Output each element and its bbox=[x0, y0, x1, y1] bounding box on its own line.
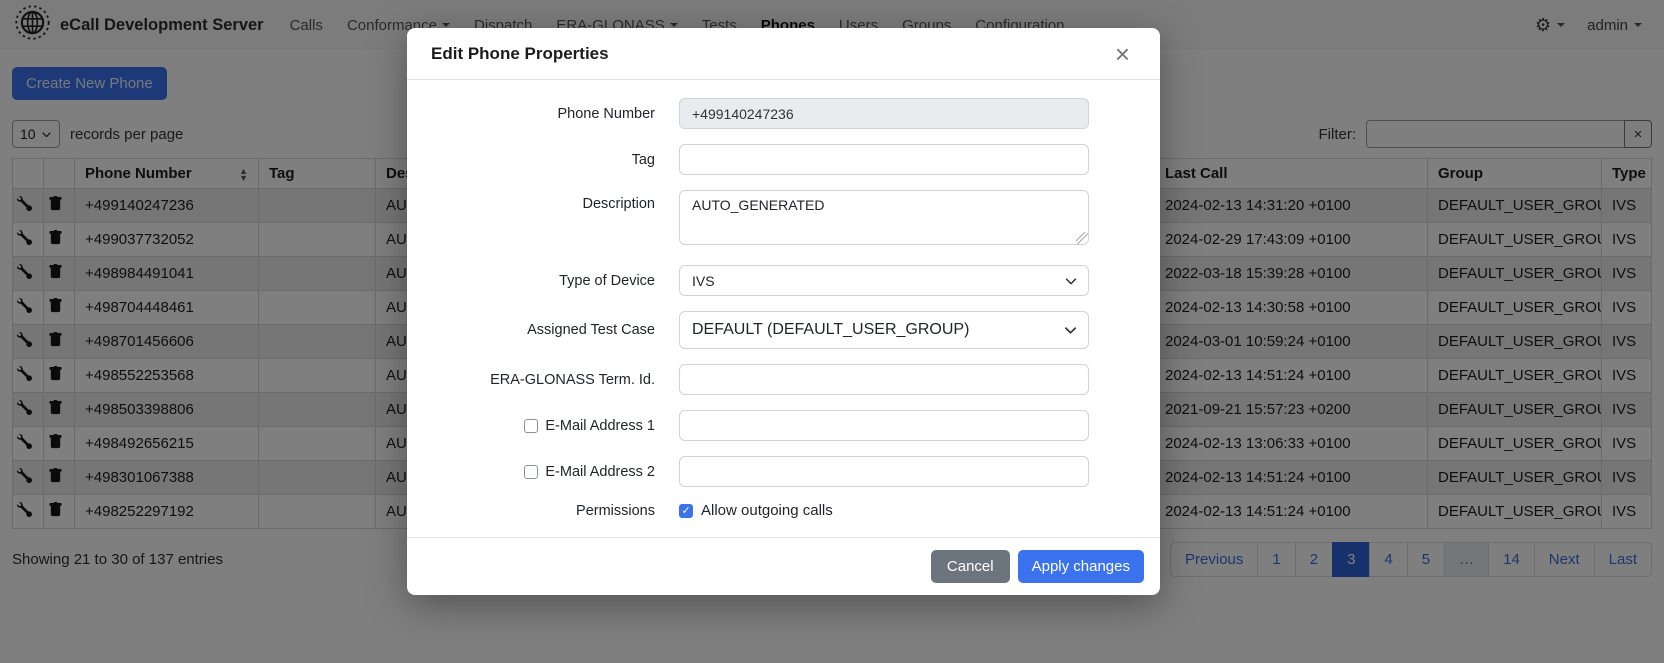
email-1-label: E-Mail Address 1 bbox=[431, 418, 655, 434]
email-1-row: E-Mail Address 1 bbox=[431, 410, 1136, 441]
permissions-label: Permissions bbox=[431, 503, 655, 519]
description-row: Description AUTO_GENERATED bbox=[431, 190, 1136, 250]
cancel-button[interactable]: Cancel bbox=[931, 550, 1010, 583]
assigned-test-case-select[interactable]: DEFAULT (DEFAULT_USER_GROUP) bbox=[679, 311, 1089, 349]
edit-phone-modal: Edit Phone Properties × Phone Number Tag… bbox=[407, 28, 1160, 595]
modal-body: Phone Number Tag Description AUTO_GENERA… bbox=[407, 80, 1160, 529]
email-2-checkbox[interactable] bbox=[524, 465, 538, 479]
email-1-field[interactable] bbox=[679, 410, 1089, 441]
modal-title: Edit Phone Properties bbox=[431, 44, 609, 64]
era-glonass-term-id-label: ERA-GLONASS Term. Id. bbox=[431, 372, 655, 388]
description-label: Description bbox=[431, 190, 655, 212]
email-2-label: E-Mail Address 2 bbox=[431, 464, 655, 480]
assigned-test-case-label: Assigned Test Case bbox=[431, 322, 655, 338]
type-of-device-select[interactable]: IVS bbox=[679, 265, 1089, 296]
phone-number-field bbox=[679, 98, 1089, 129]
description-field[interactable]: AUTO_GENERATED bbox=[679, 190, 1089, 245]
type-of-device-row: Type of Device IVS bbox=[431, 265, 1136, 296]
close-icon: × bbox=[1115, 39, 1130, 69]
modal-footer: Cancel Apply changes bbox=[407, 537, 1160, 595]
allow-outgoing-calls-checkbox[interactable] bbox=[679, 504, 693, 518]
permissions-row: Permissions Allow outgoing calls bbox=[431, 502, 1136, 519]
email-2-row: E-Mail Address 2 bbox=[431, 456, 1136, 487]
allow-outgoing-calls-label: Allow outgoing calls bbox=[701, 502, 833, 519]
tag-field[interactable] bbox=[679, 144, 1089, 175]
email-1-checkbox[interactable] bbox=[524, 419, 538, 433]
tag-row: Tag bbox=[431, 144, 1136, 175]
era-glonass-term-id-field[interactable] bbox=[679, 364, 1089, 395]
tag-label: Tag bbox=[431, 152, 655, 168]
apply-changes-button[interactable]: Apply changes bbox=[1018, 550, 1144, 583]
email-2-field[interactable] bbox=[679, 456, 1089, 487]
era-glonass-term-id-row: ERA-GLONASS Term. Id. bbox=[431, 364, 1136, 395]
modal-header: Edit Phone Properties × bbox=[407, 28, 1160, 80]
type-of-device-label: Type of Device bbox=[431, 273, 655, 289]
chevron-down-icon bbox=[1063, 323, 1078, 338]
phone-number-label: Phone Number bbox=[431, 106, 655, 122]
phone-number-row: Phone Number bbox=[431, 98, 1136, 129]
close-modal-button[interactable]: × bbox=[1109, 43, 1136, 65]
chevron-down-icon bbox=[1064, 274, 1078, 288]
assigned-test-case-row: Assigned Test Case DEFAULT (DEFAULT_USER… bbox=[431, 311, 1136, 349]
